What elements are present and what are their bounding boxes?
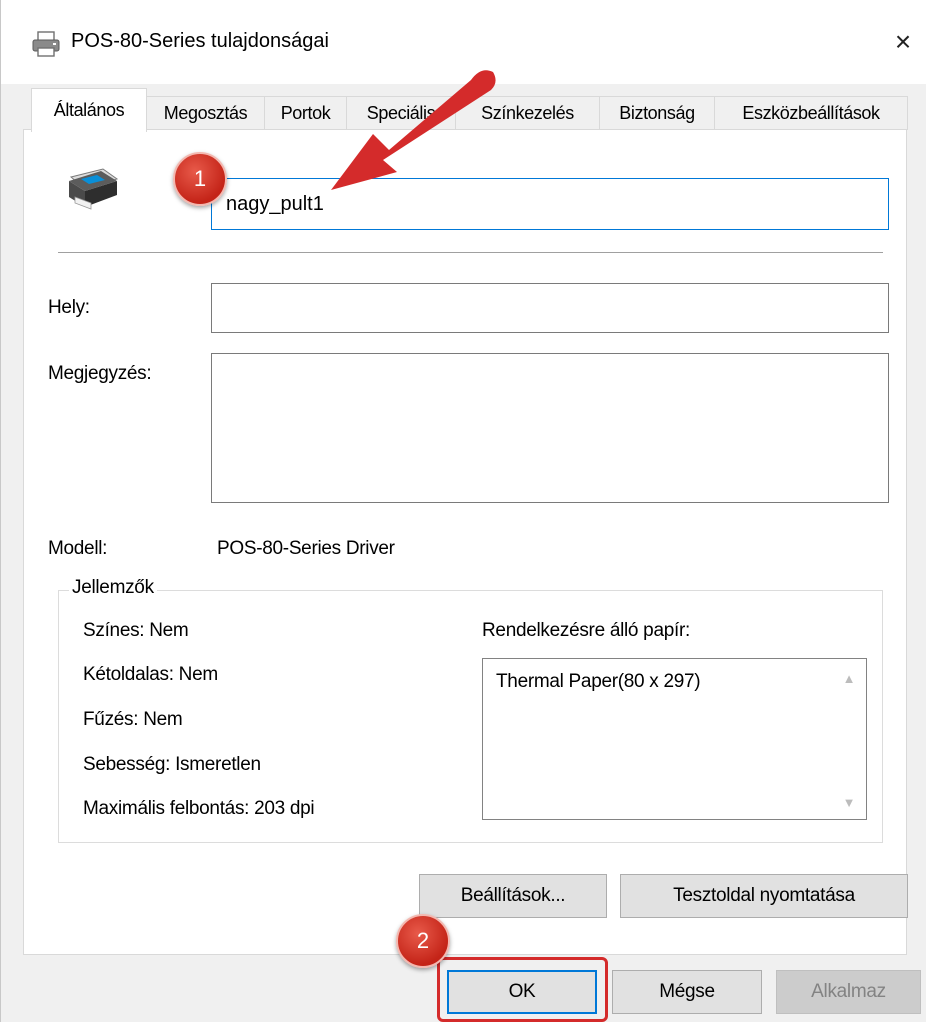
feature-color: Színes: Nem <box>83 620 189 641</box>
ok-highlight-annotation <box>437 957 608 1022</box>
printer-icon <box>32 31 60 57</box>
tab-general[interactable]: Általános <box>31 88 147 132</box>
tab-device-settings[interactable]: Eszközbeállítások <box>714 96 908 130</box>
location-field[interactable] <box>211 283 889 333</box>
feature-staple: Fűzés: Nem <box>83 709 183 730</box>
print-test-page-button[interactable]: Tesztoldal nyomtatása <box>620 874 908 918</box>
model-value: POS-80-Series Driver <box>217 538 395 559</box>
features-group-title: Jellemzők <box>69 577 157 599</box>
close-button[interactable]: × <box>881 22 925 62</box>
comment-label: Megjegyzés: <box>48 363 152 384</box>
tab-advanced[interactable]: Speciális <box>346 96 456 130</box>
scroll-up-icon[interactable]: ▲ <box>832 663 866 693</box>
tab-strip: Általános Megosztás Portok Speciális Szí… <box>23 84 913 132</box>
comment-field[interactable] <box>211 353 889 503</box>
list-item[interactable]: Thermal Paper(80 x 297) <box>496 671 701 693</box>
printer-properties-dialog: POS-80-Series tulajdonságai × Általános … <box>0 0 926 1022</box>
step-1-badge: 1 <box>173 152 227 206</box>
printer-name-input[interactable] <box>211 178 889 230</box>
model-label: Modell: <box>48 538 108 559</box>
window-title: POS-80-Series tulajdonságai <box>71 30 329 52</box>
tab-ports[interactable]: Portok <box>264 96 347 130</box>
feature-duplex: Kétoldalas: Nem <box>83 664 218 685</box>
tab-sharing[interactable]: Megosztás <box>146 96 265 130</box>
cancel-button[interactable]: Mégse <box>612 970 762 1014</box>
location-label: Hely: <box>48 297 90 318</box>
title-bar: POS-80-Series tulajdonságai × <box>1 0 926 84</box>
step-2-badge: 2 <box>396 914 450 968</box>
tab-color-management[interactable]: Színkezelés <box>455 96 600 130</box>
separator <box>58 252 883 254</box>
apply-button[interactable]: Alkalmaz <box>776 970 921 1014</box>
scroll-down-icon[interactable]: ▼ <box>832 787 866 817</box>
tab-security[interactable]: Biztonság <box>599 96 715 130</box>
paper-listbox[interactable]: Thermal Paper(80 x 297) ▲ ▼ <box>482 658 867 820</box>
feature-speed: Sebesség: Ismeretlen <box>83 754 261 775</box>
feature-max-resolution: Maximális felbontás: 203 dpi <box>83 798 315 819</box>
listbox-scrollbar[interactable]: ▲ ▼ <box>832 659 866 819</box>
printer-icon <box>69 168 119 210</box>
preferences-button[interactable]: Beállítások... <box>419 874 607 918</box>
paper-label: Rendelkezésre álló papír: <box>482 620 690 641</box>
